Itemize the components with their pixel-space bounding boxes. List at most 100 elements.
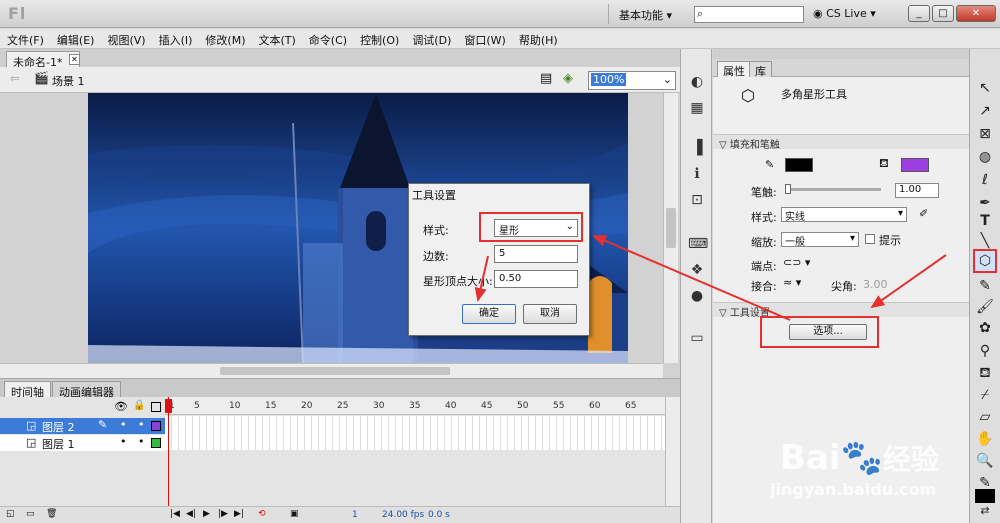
stroke-color-swatch[interactable] (785, 158, 813, 172)
point-size-input[interactable]: 0.50 (494, 270, 578, 288)
menu-control[interactable]: 控制(O) (353, 29, 405, 48)
outline-icon[interactable] (151, 402, 161, 412)
layer-row[interactable]: ◲ 图层 1 • • (0, 435, 165, 451)
playhead[interactable] (165, 397, 172, 507)
free-transform-tool-icon[interactable]: ⊠ (975, 124, 995, 144)
stroke-slider[interactable] (785, 184, 881, 194)
menu-commands[interactable]: 命令(C) (302, 29, 353, 48)
frame-grid[interactable] (165, 416, 665, 450)
document-tab[interactable]: 未命名-1* ✕ (6, 51, 80, 69)
menu-debug[interactable]: 调试(D) (405, 29, 457, 48)
bone-tool-icon[interactable]: ⚲ (975, 341, 995, 361)
edit-scene-icon[interactable]: ▤ (540, 71, 552, 86)
zoom-tool-icon[interactable]: 🔍 (975, 451, 995, 471)
pen-tool-icon[interactable]: ✒ (975, 193, 995, 213)
paint-bucket-tool-icon[interactable]: ⛾ (975, 363, 995, 383)
brush-tool-icon[interactable]: 🖌 (975, 297, 995, 317)
fill-stroke-section-header[interactable]: ▽ 填充和笔触 (713, 134, 969, 151)
close-icon[interactable]: ✕ (69, 54, 80, 65)
selection-tool-icon[interactable]: ↖ (975, 78, 995, 98)
delete-icon[interactable]: 🗑 (46, 509, 57, 519)
line-tool-icon[interactable]: ╲ (975, 231, 995, 251)
menu-help[interactable]: 帮助(H) (512, 29, 564, 48)
back-arrow-icon[interactable]: ⇦ (10, 72, 19, 85)
maximize-button[interactable]: □ (932, 5, 954, 22)
cancel-button[interactable]: 取消 (523, 304, 577, 324)
play-icon[interactable]: ▶ (203, 509, 210, 519)
step-back-icon[interactable]: ◀| (186, 509, 196, 519)
edit-symbol-icon[interactable]: ◈ (563, 71, 573, 86)
menu-view[interactable]: 视图(V) (100, 29, 151, 48)
eye-icon[interactable]: 👁 (114, 400, 128, 413)
zoom-select[interactable]: 100% ⌄ (588, 71, 676, 90)
lock-dot[interactable]: • (138, 418, 145, 431)
tab-properties[interactable]: 属性 (717, 61, 751, 78)
lock-icon[interactable]: 🔒 (133, 400, 145, 411)
visibility-dot[interactable]: • (120, 435, 127, 448)
close-button[interactable]: ✕ (956, 5, 996, 22)
fill-color-swatch[interactable] (901, 158, 929, 172)
new-layer-icon[interactable]: ◱ (6, 509, 15, 519)
stage-horizontal-scrollbar[interactable] (0, 363, 663, 378)
onion-skin-icon[interactable]: ▣ (290, 509, 299, 519)
miter-value[interactable]: 3.00 (863, 278, 888, 291)
tab-library[interactable]: 库 (749, 61, 772, 78)
options-button[interactable]: 选项... (789, 324, 867, 340)
scale-select[interactable]: 一般 ▾ (781, 232, 859, 248)
menu-modify[interactable]: 修改(M) (198, 29, 251, 48)
color-icon[interactable]: ◐ (688, 73, 706, 91)
new-folder-icon[interactable]: ▭ (26, 509, 35, 519)
tab-timeline[interactable]: 时间轴 (4, 381, 51, 399)
stroke-style-select[interactable]: 实线 ▾ (781, 207, 907, 223)
edit-style-icon[interactable]: ✐ (919, 207, 928, 220)
join-style-select[interactable]: ≈ ▾ (783, 276, 801, 289)
ok-button[interactable]: 确定 (462, 304, 516, 324)
timeline-vertical-scrollbar[interactable] (665, 397, 680, 507)
motion-presets-icon[interactable]: ● (688, 287, 706, 305)
tab-motion-editor[interactable]: 动画编辑器 (52, 381, 121, 399)
lock-dot[interactable]: • (138, 435, 145, 448)
loop-icon[interactable]: ⟲ (258, 509, 266, 519)
menu-file[interactable]: 文件(F) (0, 29, 50, 48)
layer-color-swatch[interactable] (151, 421, 161, 431)
cs-live-button[interactable]: ◉ CS Live ▾ (813, 7, 876, 20)
menu-insert[interactable]: 插入(I) (152, 29, 199, 48)
polystar-tool-icon[interactable]: ⬡ (973, 249, 997, 273)
deco-tool-icon[interactable]: ✿ (975, 318, 995, 338)
tool-settings-section-header[interactable]: ▽ 工具设置 (713, 302, 969, 319)
cap-style-select[interactable]: ⊂⊃ ▾ (783, 256, 810, 269)
layer-row[interactable]: ◲ 图层 2 ✎ • • (0, 418, 165, 434)
swap-colors-icon[interactable]: ⇄ (975, 501, 995, 521)
eraser-tool-icon[interactable]: ▱ (975, 407, 995, 427)
search-input[interactable]: ⌕ (694, 6, 804, 23)
menu-edit[interactable]: 编辑(E) (50, 29, 101, 48)
workspace-switcher[interactable]: 基本功能 ▾ (608, 4, 686, 24)
stroke-value-input[interactable]: 1.00 (895, 183, 939, 198)
stage-vertical-scrollbar[interactable] (663, 93, 678, 363)
info-icon[interactable]: ℹ (688, 165, 706, 183)
sides-input[interactable]: 5 (494, 245, 578, 263)
align-icon[interactable]: ▐ (688, 139, 706, 157)
code-snippets-icon[interactable]: ⌨ (688, 235, 708, 253)
star-style-select[interactable]: 星形 ⌄ (494, 219, 578, 237)
last-frame-icon[interactable]: ▶| (234, 509, 244, 519)
layer-color-swatch[interactable] (151, 438, 161, 448)
hint-checkbox[interactable] (865, 234, 875, 244)
frame-ruler[interactable]: 1 5 10 15 20 25 30 35 40 45 50 55 60 65 (165, 397, 665, 415)
transform-icon[interactable]: ⊡ (688, 191, 706, 209)
eyedropper-tool-icon[interactable]: ⌿ (975, 385, 995, 405)
menu-window[interactable]: 窗口(W) (457, 29, 511, 48)
lasso-tool-icon[interactable]: ℓ (975, 170, 995, 190)
components-icon[interactable]: ❖ (688, 261, 706, 279)
hand-tool-icon[interactable]: ✋ (975, 429, 995, 449)
minimize-button[interactable]: _ (908, 5, 930, 22)
first-frame-icon[interactable]: |◀ (170, 509, 180, 519)
menu-text[interactable]: 文本(T) (251, 29, 301, 48)
swatches-icon[interactable]: ▦ (688, 99, 706, 117)
visibility-dot[interactable]: • (120, 418, 127, 431)
step-forward-icon[interactable]: |▶ (218, 509, 228, 519)
text-tool-icon[interactable]: T (975, 211, 995, 231)
3d-rotation-tool-icon[interactable]: ◍ (975, 147, 995, 167)
project-icon[interactable]: ▭ (688, 329, 706, 347)
subselection-tool-icon[interactable]: ↗ (975, 101, 995, 121)
